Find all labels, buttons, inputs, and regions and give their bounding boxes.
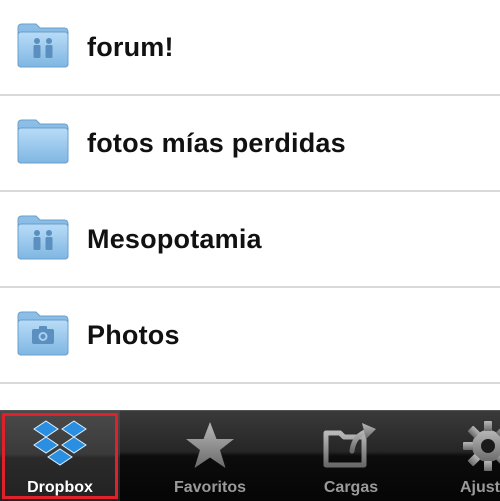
dropbox-logo-icon bbox=[33, 420, 87, 466]
tab-label: Cargas bbox=[323, 479, 379, 496]
tab-cargas[interactable]: Cargas bbox=[292, 411, 410, 501]
gear-icon bbox=[463, 421, 500, 471]
folder-row-photos[interactable]: Photos bbox=[0, 288, 500, 384]
tab-label: Ajustes bbox=[460, 479, 500, 496]
tab-label: Dropbox bbox=[27, 479, 93, 496]
folder-name: fotos mías perdidas bbox=[87, 127, 346, 158]
tab-label: Favoritos bbox=[173, 479, 246, 496]
folder-row-mesopotamia[interactable]: Mesopotamia bbox=[0, 192, 500, 288]
tab-ajustes[interactable]: Ajustes bbox=[438, 411, 500, 501]
folder-list: forum! fotos mías perdidas Mesopotamia P… bbox=[0, 0, 500, 410]
tab-favoritos[interactable]: Favoritos bbox=[150, 411, 270, 501]
upload-folder-icon bbox=[323, 423, 376, 468]
folder-icon bbox=[17, 119, 69, 164]
folder-name: Photos bbox=[87, 319, 180, 350]
tab-dropbox[interactable]: Dropbox bbox=[0, 411, 120, 501]
camera-folder-icon bbox=[17, 311, 69, 356]
star-icon bbox=[186, 422, 234, 468]
tab-bar: Dropbox Favoritos Cargas Ajust bbox=[0, 410, 500, 501]
shared-folder-icon bbox=[17, 23, 69, 68]
folder-name: forum! bbox=[87, 31, 174, 62]
folder-name: Mesopotamia bbox=[87, 223, 262, 254]
folder-row-fotos[interactable]: fotos mías perdidas bbox=[0, 96, 500, 192]
folder-row-forum[interactable]: forum! bbox=[0, 0, 500, 96]
shared-folder-icon bbox=[17, 215, 69, 260]
folder-row-partial[interactable] bbox=[0, 384, 500, 410]
